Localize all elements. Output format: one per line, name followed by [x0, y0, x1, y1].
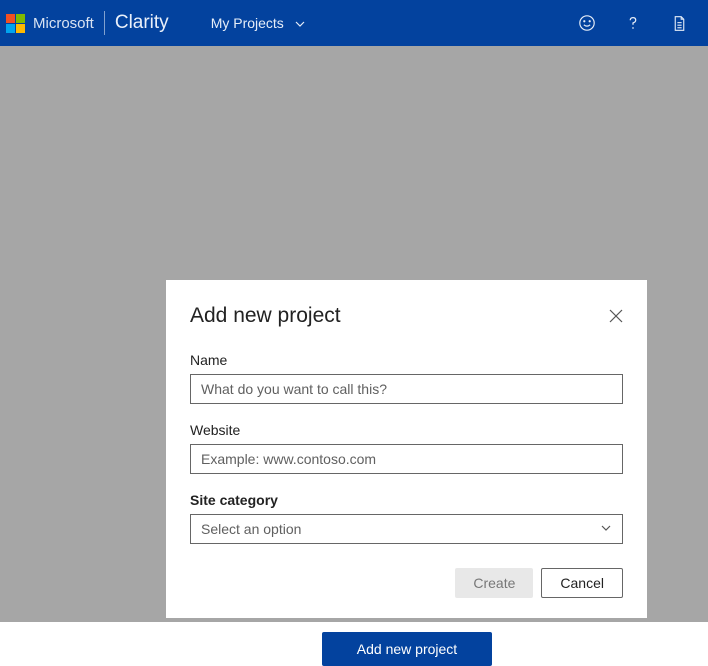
product-name: Clarity: [115, 12, 169, 34]
category-select[interactable]: Select an option: [190, 514, 623, 544]
feedback-icon[interactable]: [578, 14, 596, 32]
name-label: Name: [190, 352, 623, 368]
create-button[interactable]: Create: [455, 568, 533, 598]
modal-title: Add new project: [190, 304, 341, 328]
header-actions: [578, 14, 698, 32]
brand-name: Microsoft: [33, 15, 94, 32]
microsoft-logo-icon: [6, 14, 25, 33]
website-input[interactable]: [190, 444, 623, 474]
modal-footer: Create Cancel: [190, 568, 623, 598]
close-button[interactable]: [609, 309, 623, 323]
chevron-down-icon: [600, 521, 612, 537]
close-icon: [609, 309, 623, 323]
add-project-modal: Add new project Name Website Site catego…: [166, 280, 647, 618]
app-header: Microsoft Clarity My Projects: [0, 0, 708, 46]
category-field-group: Site category Select an option: [190, 492, 623, 544]
help-icon[interactable]: [624, 14, 642, 32]
add-new-project-button-bg: Add new project: [322, 632, 492, 666]
modal-header: Add new project: [190, 304, 623, 328]
website-label: Website: [190, 422, 623, 438]
category-placeholder: Select an option: [201, 521, 301, 537]
name-field-group: Name: [190, 352, 623, 404]
website-field-group: Website: [190, 422, 623, 474]
brand-divider: [104, 11, 105, 35]
chevron-down-icon: [294, 17, 306, 29]
name-input[interactable]: [190, 374, 623, 404]
category-label: Site category: [190, 492, 623, 508]
my-projects-label: My Projects: [211, 15, 284, 31]
cancel-button[interactable]: Cancel: [541, 568, 623, 598]
my-projects-dropdown[interactable]: My Projects: [211, 15, 306, 31]
document-icon[interactable]: [670, 14, 688, 32]
